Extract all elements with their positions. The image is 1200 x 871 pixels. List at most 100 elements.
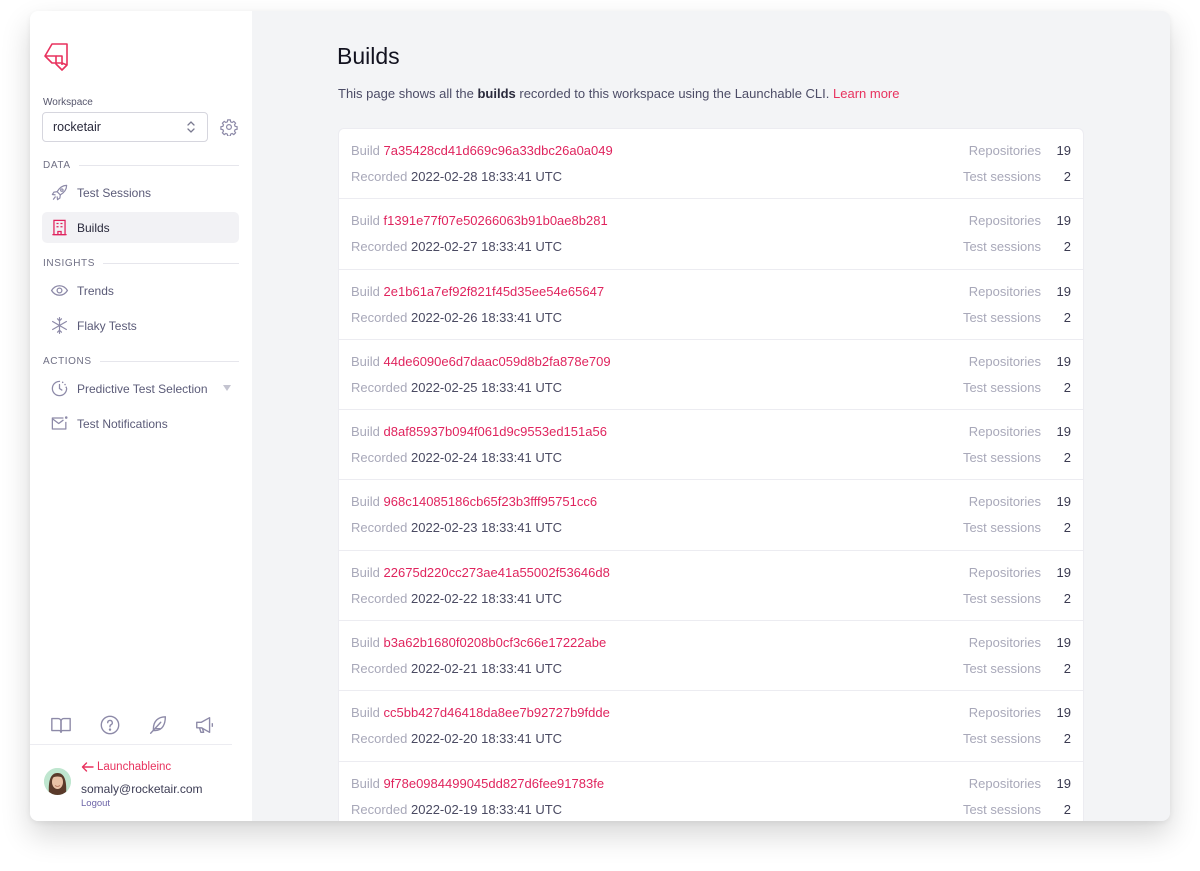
recorded-line: Recorded 2022-02-21 18:33:41 UTC bbox=[351, 661, 562, 676]
build-id-link[interactable]: d8af85937b094f061d9c9553ed151a56 bbox=[384, 424, 607, 439]
description-text: This page shows all the bbox=[338, 86, 478, 101]
recorded-label: Recorded bbox=[351, 309, 408, 325]
org-name: Launchableinc bbox=[97, 761, 172, 773]
test-sessions-count: 2 bbox=[1063, 309, 1071, 325]
repositories-count: 19 bbox=[1056, 564, 1071, 580]
sidebar-item-trends[interactable]: Trends bbox=[42, 275, 239, 306]
section-label-insights: INSIGHTS bbox=[43, 258, 239, 269]
test-sessions-label: Test sessions bbox=[962, 731, 1041, 747]
build-id-link[interactable]: cc5bb427d46418da8ee7b92727b9fdde bbox=[384, 705, 610, 720]
builds-list: Build 7a35428cd41d669c96a33dbc26a0a049 R… bbox=[338, 128, 1084, 821]
build-id-link[interactable]: b3a62b1680f0208b0cf3c66e17222abe bbox=[384, 635, 607, 650]
build-id-link[interactable]: 7a35428cd41d669c96a33dbc26a0a049 bbox=[384, 143, 613, 158]
repositories-label: Repositories bbox=[968, 143, 1041, 158]
recorded-value: 2022-02-26 18:33:41 UTC bbox=[411, 309, 563, 325]
build-id-line: Build b3a62b1680f0208b0cf3c66e17222abe bbox=[351, 635, 606, 650]
recorded-value: 2022-02-22 18:33:41 UTC bbox=[411, 590, 563, 606]
sidebar: Workspace rocketair DATA Test Sessions B… bbox=[30, 11, 252, 821]
build-row[interactable]: Build 968c14085186cb65f23b3fff95751cc6 R… bbox=[339, 480, 1083, 551]
build-id-link[interactable]: f1391e77f07e50266063b91b0ae8b281 bbox=[384, 213, 608, 228]
test-sessions-label: Test sessions bbox=[962, 520, 1041, 536]
test-sessions-label: Test sessions bbox=[962, 801, 1041, 817]
test-sessions-label: Test sessions bbox=[962, 169, 1041, 184]
gear-icon[interactable] bbox=[220, 118, 238, 136]
megaphone-icon[interactable] bbox=[194, 714, 216, 736]
page-title: Builds bbox=[337, 43, 400, 69]
build-label: Build bbox=[351, 635, 380, 651]
build-label: Build bbox=[351, 775, 380, 791]
back-to-org-link[interactable]: Launchableinc bbox=[81, 761, 171, 773]
test-sessions-label: Test sessions bbox=[962, 590, 1041, 606]
repositories-label: Repositories bbox=[968, 494, 1041, 510]
recorded-line: Recorded 2022-02-23 18:33:41 UTC bbox=[351, 520, 562, 535]
repositories-label: Repositories bbox=[968, 424, 1041, 440]
recorded-value: 2022-02-21 18:33:41 UTC bbox=[411, 661, 563, 677]
recorded-line: Recorded 2022-02-25 18:33:41 UTC bbox=[351, 380, 562, 395]
build-label: Build bbox=[351, 353, 380, 369]
build-row[interactable]: Build 2e1b61a7ef92f821f45d35ee54e65647 R… bbox=[339, 270, 1083, 340]
test-sessions-count: 2 bbox=[1063, 239, 1071, 255]
build-label: Build bbox=[351, 283, 380, 299]
sidebar-item-label: Trends bbox=[77, 283, 114, 298]
description-bold: builds bbox=[477, 86, 516, 101]
build-row[interactable]: Build 44de6090e6d7daac059d8b2fa878e709 R… bbox=[339, 340, 1083, 411]
build-row[interactable]: Build 7a35428cd41d669c96a33dbc26a0a049 R… bbox=[339, 129, 1083, 200]
build-row[interactable]: Build cc5bb427d46418da8ee7b92727b9fdde R… bbox=[339, 691, 1083, 762]
build-id-link[interactable]: 22675d220cc273ae41a55002f53646d8 bbox=[384, 565, 610, 580]
repositories-count: 19 bbox=[1056, 283, 1071, 299]
build-row[interactable]: Build d8af85937b094f061d9c9553ed151a56 R… bbox=[339, 410, 1083, 481]
build-id-link[interactable]: 968c14085186cb65f23b3fff95751cc6 bbox=[384, 494, 598, 509]
recorded-label: Recorded bbox=[351, 239, 408, 255]
sidebar-item-predictive-test-selection[interactable]: Predictive Test Selection bbox=[42, 373, 239, 404]
build-row[interactable]: Build f1391e77f07e50266063b91b0ae8b281 R… bbox=[339, 199, 1083, 270]
sidebar-item-test-sessions[interactable]: Test Sessions bbox=[42, 177, 239, 208]
build-label: Build bbox=[351, 143, 380, 158]
avatar-photo-icon bbox=[44, 768, 71, 795]
section-label-actions: ACTIONS bbox=[43, 356, 239, 367]
repositories-count: 19 bbox=[1056, 424, 1071, 440]
mail-icon bbox=[51, 416, 68, 430]
caret-down-icon[interactable] bbox=[223, 384, 231, 392]
sidebar-item-test-notifications[interactable]: Test Notifications bbox=[42, 408, 239, 439]
build-row[interactable]: Build 22675d220cc273ae41a55002f53646d8 R… bbox=[339, 551, 1083, 622]
book-icon[interactable] bbox=[50, 714, 72, 736]
repositories-label: Repositories bbox=[968, 635, 1041, 651]
test-sessions-count: 2 bbox=[1063, 450, 1071, 466]
logout-link[interactable]: Logout bbox=[81, 798, 110, 809]
workspace-select[interactable]: rocketair bbox=[42, 112, 208, 142]
recorded-line: Recorded 2022-02-24 18:33:41 UTC bbox=[351, 450, 562, 465]
build-id-link[interactable]: 9f78e0984499045dd827d6fee91783fe bbox=[384, 776, 605, 791]
repositories-count: 19 bbox=[1056, 635, 1071, 651]
build-label: Build bbox=[351, 213, 380, 229]
build-id-line: Build f1391e77f07e50266063b91b0ae8b281 bbox=[351, 213, 608, 228]
repositories-count: 19 bbox=[1056, 775, 1071, 791]
user-email: somaly@rocketair.com bbox=[81, 782, 203, 796]
sidebar-item-label: Builds bbox=[77, 220, 110, 235]
test-sessions-count: 2 bbox=[1063, 520, 1071, 536]
workspace-label: Workspace bbox=[43, 97, 93, 108]
build-label: Build bbox=[351, 705, 380, 721]
arrow-left-icon bbox=[81, 762, 94, 772]
sidebar-footer-icons bbox=[50, 714, 230, 738]
launchable-logo-icon[interactable] bbox=[43, 43, 73, 73]
repositories-count: 19 bbox=[1056, 213, 1071, 229]
build-row[interactable]: Build b3a62b1680f0208b0cf3c66e17222abe R… bbox=[339, 621, 1083, 692]
build-id-link[interactable]: 2e1b61a7ef92f821f45d35ee54e65647 bbox=[384, 284, 605, 299]
feather-icon[interactable] bbox=[147, 714, 169, 736]
repositories-count: 19 bbox=[1056, 705, 1071, 721]
build-id-line: Build 7a35428cd41d669c96a33dbc26a0a049 bbox=[351, 143, 613, 158]
sidebar-item-label: Test Notifications bbox=[77, 416, 168, 431]
recorded-label: Recorded bbox=[351, 590, 408, 606]
avatar[interactable] bbox=[44, 768, 71, 795]
repositories-label: Repositories bbox=[968, 775, 1041, 791]
sidebar-item-builds[interactable]: Builds bbox=[42, 212, 239, 243]
test-sessions-count: 2 bbox=[1063, 379, 1071, 395]
test-sessions-count: 2 bbox=[1063, 590, 1071, 606]
build-id-line: Build 44de6090e6d7daac059d8b2fa878e709 bbox=[351, 354, 611, 369]
build-id-link[interactable]: 44de6090e6d7daac059d8b2fa878e709 bbox=[384, 354, 611, 369]
build-row[interactable]: Build 9f78e0984499045dd827d6fee91783fe R… bbox=[339, 762, 1083, 821]
help-icon[interactable] bbox=[99, 714, 121, 736]
test-sessions-count: 2 bbox=[1063, 801, 1071, 817]
learn-more-link[interactable]: Learn more bbox=[833, 86, 899, 101]
sidebar-item-flaky-tests[interactable]: Flaky Tests bbox=[42, 310, 239, 341]
